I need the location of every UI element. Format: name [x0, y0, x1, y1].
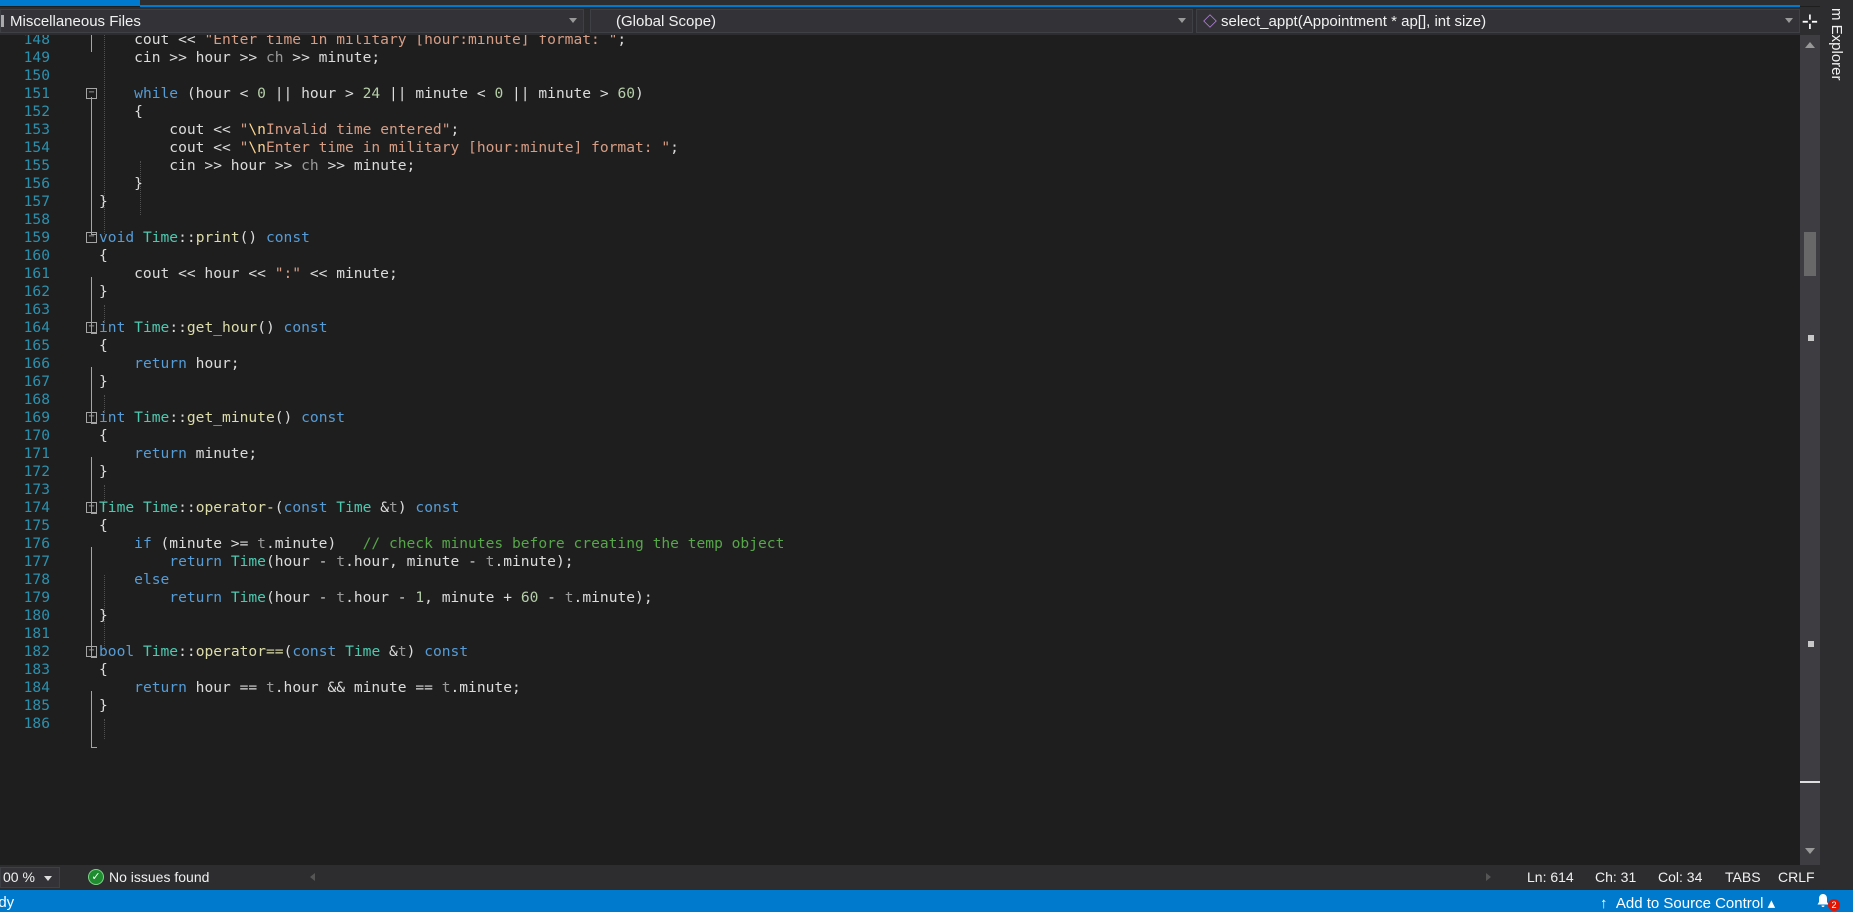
- add-to-source-control-button[interactable]: ↑ Add to Source Control ▴: [1600, 894, 1775, 912]
- code-line[interactable]: 186: [0, 713, 1800, 734]
- scroll-left-icon[interactable]: [310, 873, 315, 881]
- collapse-icon[interactable]: −: [86, 412, 97, 423]
- notification-badge: 2: [1828, 899, 1840, 911]
- file-icon: [1, 15, 4, 27]
- active-document-tab[interactable]: [0, 0, 140, 6]
- issues-indicator[interactable]: ✓ No issues found: [88, 869, 209, 885]
- member-dropdown[interactable]: select_appt(Appointment * ap[], int size…: [1196, 9, 1800, 33]
- collapse-icon[interactable]: −: [86, 88, 97, 99]
- line-indicator[interactable]: Ln: 614: [1527, 869, 1574, 885]
- chevron-down-icon: [1178, 18, 1186, 23]
- code-editor[interactable]: 148 cout << "Enter time in military [hou…: [0, 35, 1800, 865]
- project-dropdown[interactable]: Miscellaneous Files: [0, 9, 584, 33]
- document-tab-strip: [0, 0, 1853, 7]
- caret-position-marker: [1800, 781, 1820, 783]
- collapse-icon[interactable]: −: [86, 322, 97, 333]
- scroll-up-icon[interactable]: [1805, 42, 1815, 48]
- scroll-marker: [1808, 641, 1814, 647]
- vertical-scrollbar[interactable]: [1800, 35, 1820, 865]
- zoom-dropdown[interactable]: 00 %: [0, 867, 60, 888]
- status-bar: ady ↑ Add to Source Control ▴ 2: [0, 890, 1853, 912]
- chevron-down-icon: [1785, 18, 1793, 23]
- column-indicator[interactable]: Col: 34: [1658, 869, 1702, 885]
- source-control-label: Add to Source Control: [1615, 895, 1764, 912]
- char-indicator[interactable]: Ch: 31: [1595, 869, 1636, 885]
- collapse-icon[interactable]: −: [86, 502, 97, 513]
- status-text: ady: [0, 894, 15, 911]
- method-icon: [1203, 14, 1217, 28]
- scope-dropdown[interactable]: (Global Scope): [590, 9, 1193, 33]
- split-window-button[interactable]: ⊹: [1800, 7, 1820, 35]
- project-dropdown-label: Miscellaneous Files: [10, 12, 141, 30]
- scrollbar-thumb[interactable]: [1804, 232, 1816, 276]
- chevron-down-icon: [569, 18, 577, 23]
- scroll-right-icon[interactable]: [1486, 873, 1491, 881]
- scope-dropdown-label: (Global Scope): [616, 12, 717, 30]
- scroll-marker: [1808, 335, 1814, 341]
- collapse-icon[interactable]: −: [86, 646, 97, 657]
- navigation-bar: Miscellaneous Files (Global Scope) selec…: [0, 7, 1800, 35]
- fold-region-end: [91, 747, 97, 748]
- chevron-down-icon: [44, 876, 52, 881]
- indent-mode-indicator[interactable]: TABS: [1725, 869, 1761, 885]
- scroll-down-icon[interactable]: [1805, 848, 1815, 854]
- line-ending-indicator[interactable]: CRLF: [1778, 869, 1815, 885]
- split-icon: ⊹: [1801, 9, 1819, 33]
- zoom-level: 00 %: [3, 869, 35, 885]
- collapse-icon[interactable]: −: [86, 232, 97, 243]
- editor-status-bar: 00 % ✓ No issues found Ln: 614 Ch: 31 Co…: [0, 865, 1820, 890]
- member-dropdown-label: select_appt(Appointment * ap[], int size…: [1221, 12, 1487, 30]
- line-number: 186: [23, 715, 50, 732]
- check-circle-icon: ✓: [88, 869, 104, 885]
- team-explorer-tab[interactable]: m Explorer: [1828, 8, 1845, 81]
- issues-label: No issues found: [109, 869, 210, 885]
- right-side-panel: m Explorer: [1820, 0, 1853, 890]
